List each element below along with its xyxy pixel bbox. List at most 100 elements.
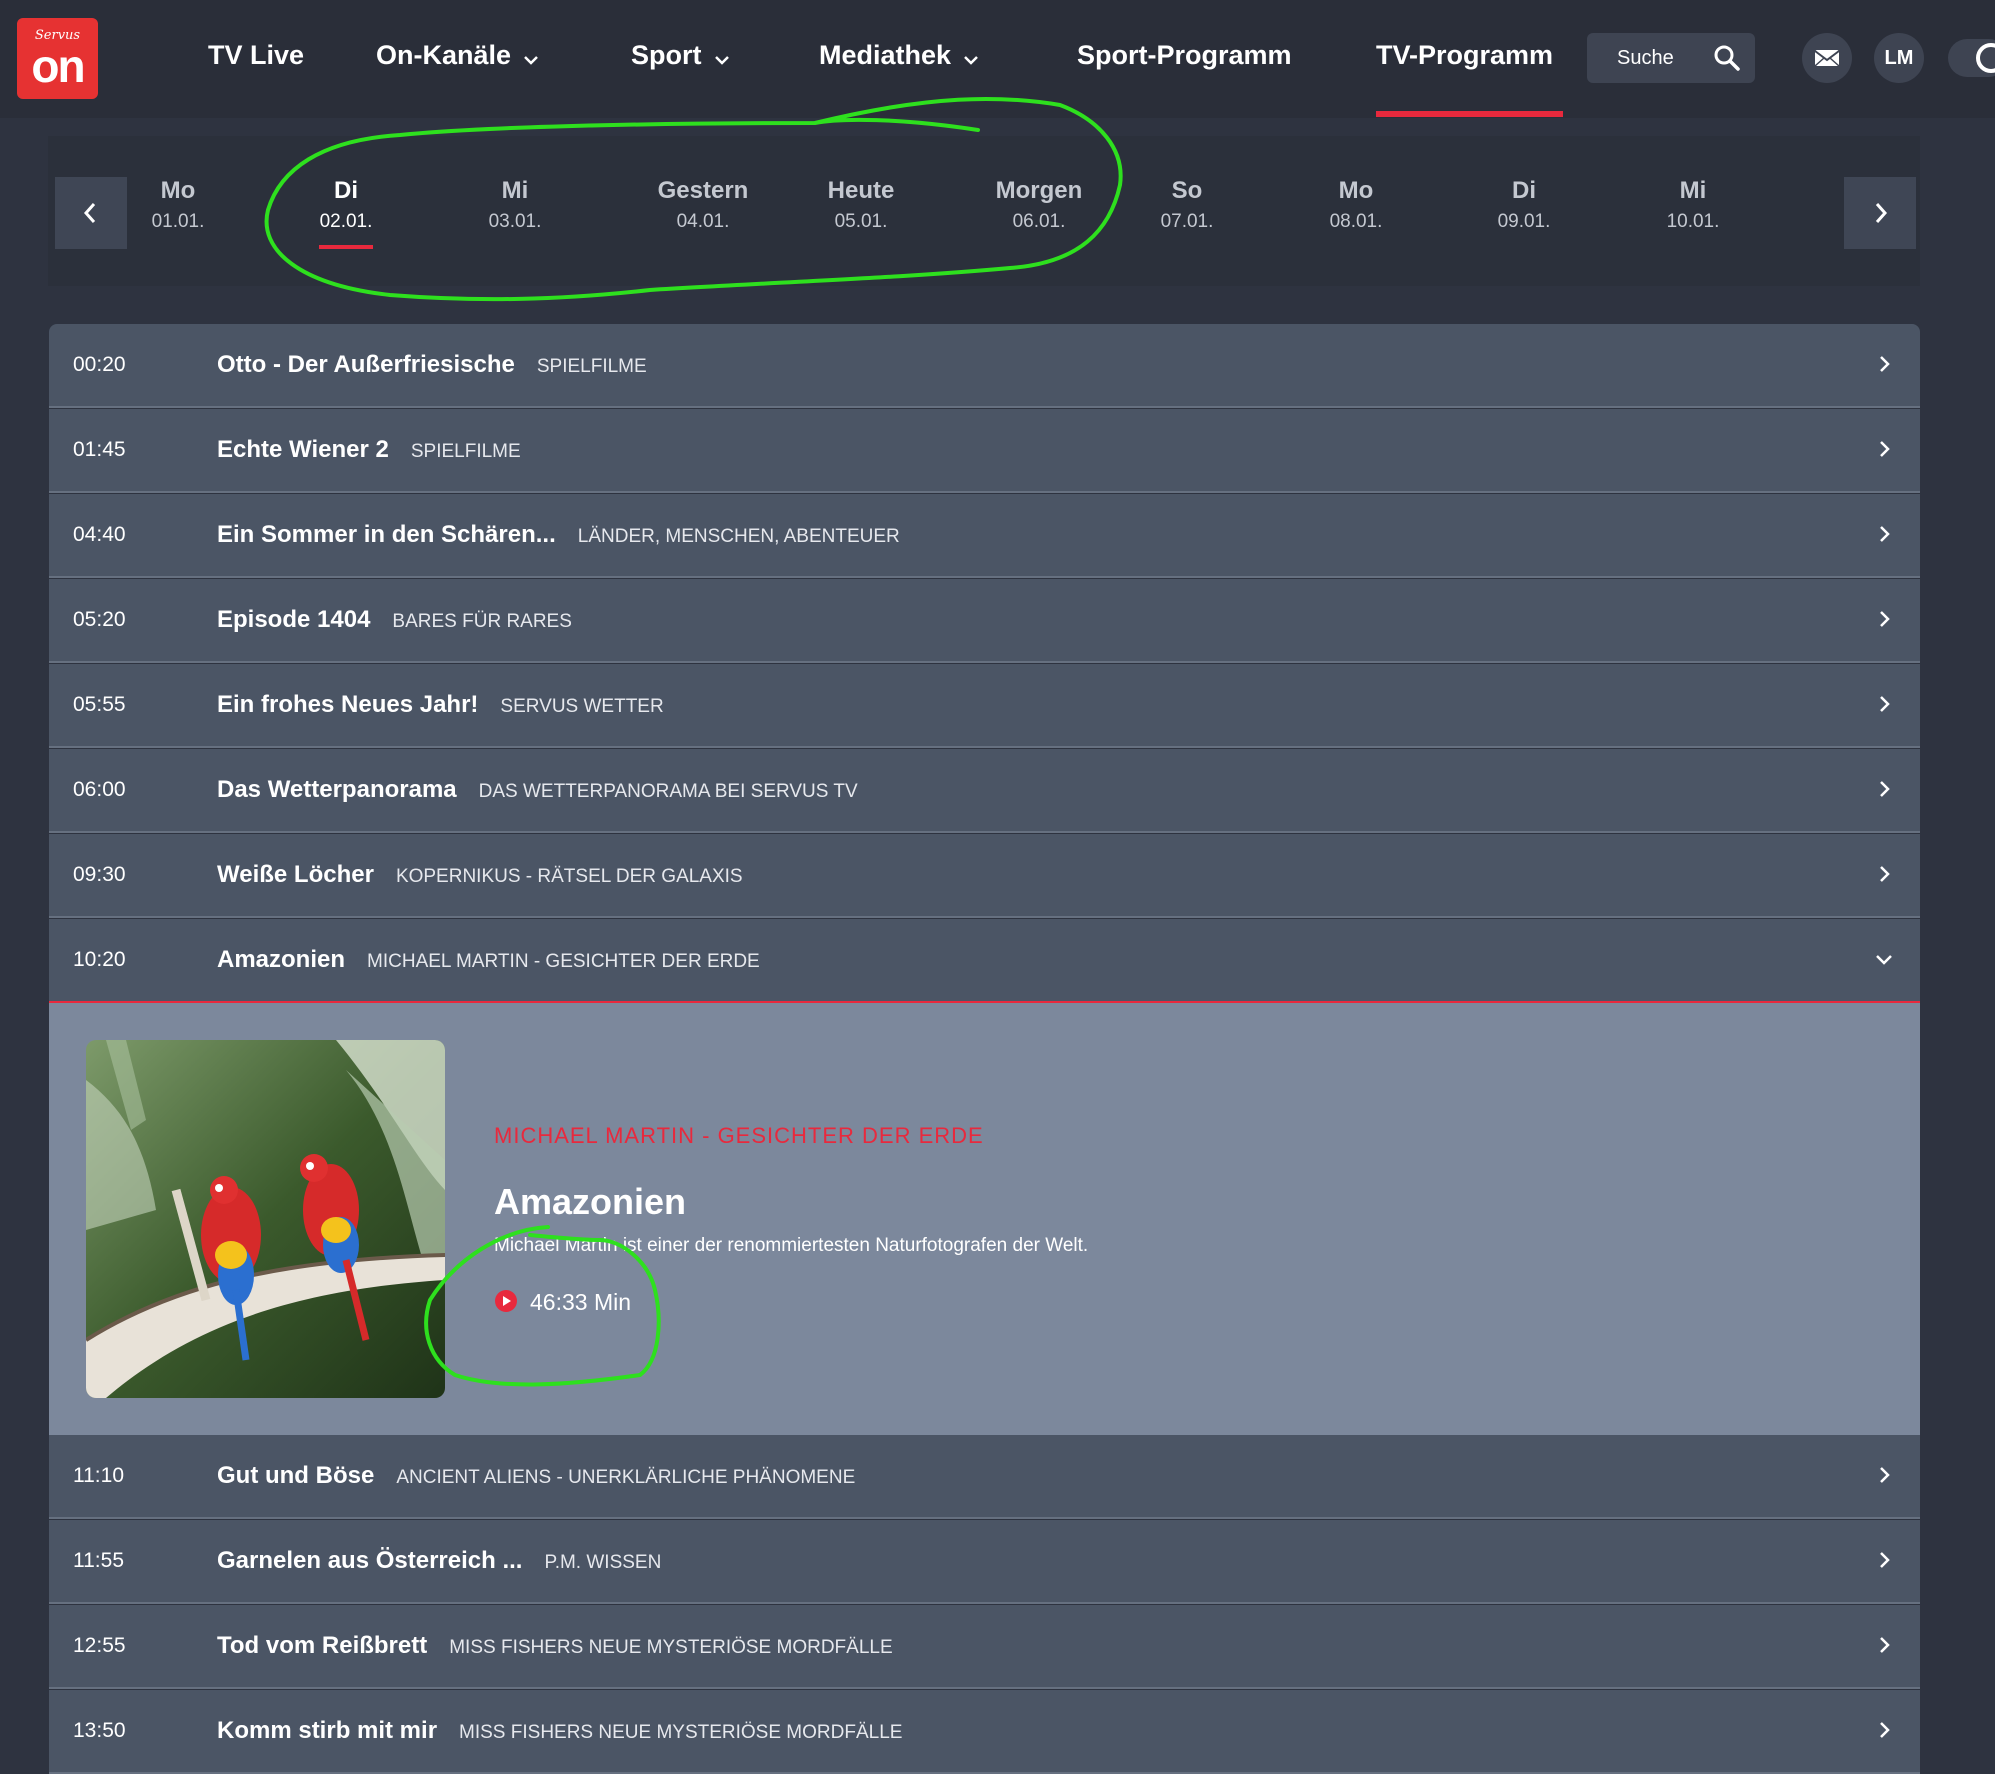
program-row[interactable]: 13:50 Komm stirb mit mir MISS FISHERS NEU…: [49, 1690, 1920, 1774]
chevron-right-icon: [1878, 1550, 1892, 1575]
program-row[interactable]: 04:40 Ein Sommer in den Schären... LÄNDER…: [49, 494, 1920, 578]
nav-on-kanaele[interactable]: On-Kanäle: [376, 40, 539, 72]
chevron-right-icon: [1878, 609, 1892, 634]
date-item[interactable]: Mi 03.01.: [455, 176, 575, 234]
program-title: Garnelen aus Österreich ...: [217, 1547, 523, 1574]
program-row[interactable]: 00:20 Otto - Der Außerfriesische SPIELFIL…: [49, 324, 1920, 408]
program-detail-title: Amazonien: [494, 1181, 687, 1222]
program-row[interactable]: 06:00 Das Wetterpanorama DAS WETTERPANORA…: [49, 749, 1920, 833]
chevron-right-icon: [1878, 779, 1892, 804]
search-button[interactable]: Suche: [1587, 33, 1755, 83]
program-title: Tod vom Reißbrett: [217, 1632, 428, 1659]
date-day: Mo: [160, 177, 196, 204]
avatar-initials: LM: [1884, 47, 1914, 69]
nav-label: Sport: [631, 40, 702, 70]
nav-sport-programm[interactable]: Sport-Programm: [1077, 40, 1292, 71]
logo-text: on: [31, 40, 85, 92]
date-value: 10.01.: [1666, 211, 1720, 232]
toggle-knob: [1976, 43, 1995, 73]
program-title: Echte Wiener 2: [217, 436, 389, 463]
program-category: LÄNDER, MENSCHEN, ABENTEUER: [577, 526, 900, 547]
chevron-down-icon: [963, 41, 979, 72]
program-time: 06:00: [73, 778, 126, 801]
nav-label: TV Live: [208, 40, 305, 70]
nav-tv-live[interactable]: TV Live: [208, 40, 304, 71]
program-title: Komm stirb mit mir: [217, 1717, 438, 1744]
program-row[interactable]: 11:10 Gut und Böse ANCIENT ALIENS - UNERK…: [49, 1435, 1920, 1519]
program-title: Otto - Der Außerfriesische: [217, 351, 515, 378]
toggle-button[interactable]: [1948, 39, 1995, 77]
chevron-right-icon: [1875, 203, 1888, 223]
date-day: Mo: [1338, 177, 1374, 204]
program-time: 10:20: [73, 948, 126, 971]
program-category: SPIELFILME: [536, 356, 647, 377]
date-value: 01.01.: [151, 211, 205, 232]
nav-label: On-Kanäle: [376, 40, 512, 70]
program-category: BARES FÜR RARES: [392, 611, 572, 632]
program-time: 00:20: [73, 353, 126, 376]
chevron-down-icon: [714, 41, 730, 72]
date-item[interactable]: Mi 10.01.: [1633, 176, 1753, 234]
program-time: 05:55: [73, 693, 126, 716]
servus-on-logo[interactable]: Servus on: [17, 18, 98, 99]
date-value: 02.01.: [319, 211, 373, 232]
user-avatar-button[interactable]: LM: [1874, 33, 1924, 83]
program-category: MISS FISHERS NEUE MYSTERIÖSE MORDFÄLLE: [449, 1637, 893, 1658]
date-item[interactable]: Mo 08.01.: [1296, 176, 1416, 234]
date-item[interactable]: Morgen 06.01.: [979, 176, 1099, 234]
program-row[interactable]: 05:55 Ein frohes Neues Jahr! SERVUS WETTE…: [49, 664, 1920, 748]
date-item[interactable]: So 07.01.: [1127, 176, 1247, 234]
chevron-right-icon: [1878, 694, 1892, 719]
program-row-expanded[interactable]: 10:20 Amazonien MICHAEL MARTIN - GESICHTE…: [49, 919, 1920, 1003]
program-category: ANCIENT ALIENS - UNERKLÄRLICHE PHÄNOMENE: [396, 1467, 856, 1488]
nav-mediathek[interactable]: Mediathek: [819, 40, 979, 72]
selected-date-underline: [319, 245, 373, 249]
program-row[interactable]: 11:55 Garnelen aus Österreich ... P.M. WI…: [49, 1520, 1920, 1604]
program-row[interactable]: 01:45 Echte Wiener 2 SPIELFILME: [49, 409, 1920, 493]
program-row[interactable]: 12:55 Tod vom Reißbrett MISS FISHERS NEUE…: [49, 1605, 1920, 1689]
program-category: DAS WETTERPANORAMA BEI SERVUS TV: [478, 781, 858, 802]
date-day: Gestern: [657, 177, 749, 204]
date-value: 06.01.: [1012, 211, 1066, 232]
chevron-down-icon: [523, 41, 539, 72]
previous-dates-button[interactable]: [55, 177, 127, 249]
date-item[interactable]: Heute 05.01.: [801, 176, 921, 234]
program-title: Ein Sommer in den Schären...: [217, 521, 556, 548]
date-item[interactable]: Di 09.01.: [1464, 176, 1584, 234]
program-row[interactable]: 09:30 Weiße Löcher KOPERNIKUS - RÄTSEL DE…: [49, 834, 1920, 918]
program-title: Ein frohes Neues Jahr!: [217, 691, 479, 718]
program-time: 09:30: [73, 863, 126, 886]
program-thumbnail[interactable]: [86, 1040, 445, 1398]
date-value: 07.01.: [1160, 211, 1214, 232]
program-category: MISS FISHERS NEUE MYSTERIÖSE MORDFÄLLE: [459, 1722, 903, 1743]
chevron-right-icon: [1878, 1635, 1892, 1660]
nav-label: TV-Programm: [1376, 40, 1554, 70]
date-day: Di: [1512, 177, 1536, 204]
messages-button[interactable]: [1802, 33, 1852, 83]
program-category: P.M. WISSEN: [544, 1552, 662, 1573]
play-duration[interactable]: 46:33 Min: [494, 1289, 631, 1319]
chevron-right-icon: [1878, 1720, 1892, 1745]
program-category: SERVUS WETTER: [500, 696, 664, 717]
program-time: 05:20: [73, 608, 126, 631]
program-time: 13:50: [73, 1719, 126, 1742]
program-time: 12:55: [73, 1634, 126, 1657]
date-day: Heute: [827, 177, 895, 204]
program-time: 04:40: [73, 523, 126, 546]
chevron-right-icon: [1878, 354, 1892, 379]
date-item[interactable]: Mo 01.01.: [118, 176, 238, 234]
next-dates-button[interactable]: [1844, 177, 1916, 249]
date-value: 08.01.: [1329, 211, 1383, 232]
program-row[interactable]: 05:20 Episode 1404 BARES FÜR RARES: [49, 579, 1920, 663]
date-value: 03.01.: [488, 211, 542, 232]
nav-label: Sport-Programm: [1077, 40, 1292, 70]
nav-sport[interactable]: Sport: [631, 40, 730, 72]
nav-tv-programm[interactable]: TV-Programm: [1376, 40, 1553, 71]
chevron-right-icon: [1878, 524, 1892, 549]
date-item-selected[interactable]: Di 02.01.: [286, 176, 406, 234]
program-category: KOPERNIKUS - RÄTSEL DER GALAXIS: [395, 866, 743, 887]
date-item[interactable]: Gestern 04.01.: [643, 176, 763, 234]
program-time: 11:55: [73, 1549, 124, 1572]
program-title: Das Wetterpanorama: [217, 776, 457, 803]
date-day: Di: [334, 177, 358, 204]
